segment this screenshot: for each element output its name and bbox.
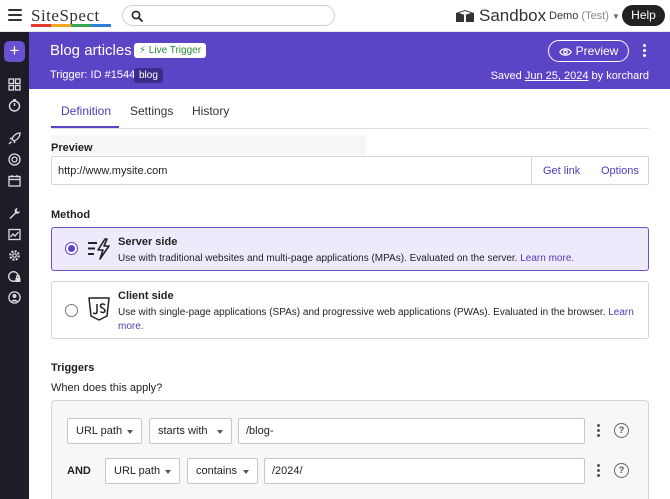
rocket-icon[interactable] <box>8 132 21 145</box>
server-bolt-icon <box>87 238 111 263</box>
eye-icon <box>558 48 572 56</box>
server-side-learn-more-link[interactable]: Learn more. <box>520 253 574 264</box>
account-env: (Test) <box>581 10 609 22</box>
rule-2-conjunction: AND <box>67 465 91 477</box>
server-side-title: Server side <box>118 236 178 248</box>
left-rail: + <box>0 32 29 499</box>
search-input[interactable] <box>122 5 335 26</box>
rule-1-more-icon[interactable] <box>597 424 601 438</box>
rule-2-help-icon[interactable]: ? <box>614 463 629 478</box>
method-label: Method <box>51 209 91 221</box>
rule-1-value-input[interactable]: /blog- <box>238 418 585 444</box>
chevron-down-icon <box>217 430 223 434</box>
calendar-icon[interactable] <box>8 174 21 187</box>
tab-settings[interactable]: Settings <box>130 104 173 118</box>
more-options-icon[interactable] <box>643 44 647 58</box>
tab-history[interactable]: History <box>192 104 229 118</box>
js-shield-icon <box>87 296 111 325</box>
settings-icon[interactable] <box>8 249 21 262</box>
timer-icon[interactable] <box>8 99 21 112</box>
target-icon[interactable] <box>8 153 21 166</box>
get-link-button[interactable]: Get link <box>543 165 580 177</box>
triggers-question: When does this apply? <box>51 382 163 394</box>
chevron-down-icon <box>127 430 133 434</box>
triggers-label: Triggers <box>51 362 95 374</box>
help-button[interactable]: Help <box>622 5 665 26</box>
rule-1-operator-select[interactable]: starts with <box>149 418 232 444</box>
active-tab-indicator <box>51 126 119 128</box>
client-side-description: Use with single-page applications (SPAs)… <box>118 307 634 332</box>
options-button[interactable]: Options <box>601 165 639 177</box>
preview-url-value[interactable]: http://www.mysite.com <box>58 165 167 177</box>
rule-1-help-icon[interactable]: ? <box>614 423 629 438</box>
preview-label-bg <box>51 135 366 155</box>
create-button[interactable]: + <box>4 41 25 62</box>
page-title: Blog articles <box>50 42 132 59</box>
menu-icon[interactable] <box>8 9 22 21</box>
dashboard-icon[interactable] <box>8 78 21 91</box>
page-header: Blog articles ⚡ Live Trigger Trigger: ID… <box>29 32 670 89</box>
chart-icon[interactable] <box>8 228 21 241</box>
saved-date-link[interactable]: Jun 25, 2024 <box>525 70 589 82</box>
client-side-title: Client side <box>118 290 174 302</box>
logo-color-bar <box>31 24 111 27</box>
rule-2-field-select[interactable]: URL path <box>105 458 180 484</box>
tab-definition[interactable]: Definition <box>61 104 111 118</box>
divider <box>531 157 532 184</box>
preview-button[interactable]: Preview <box>548 40 629 62</box>
tab-bar: Definition Settings History <box>51 96 649 129</box>
live-trigger-badge: ⚡ Live Trigger <box>134 43 207 58</box>
rule-1-field-select[interactable]: URL path <box>67 418 142 444</box>
rule-2-more-icon[interactable] <box>597 464 601 478</box>
saved-info: Saved Jun 25, 2024 by korchard <box>490 70 649 82</box>
server-side-description: Use with traditional websites and multi-… <box>118 253 575 264</box>
method-option-server-side[interactable]: Server side Use with traditional website… <box>51 227 649 271</box>
wrench-icon[interactable] <box>8 207 21 220</box>
sandbox-icon <box>456 10 474 22</box>
user-icon[interactable] <box>8 291 21 304</box>
method-option-client-side[interactable]: Client side Use with single-page applica… <box>51 281 649 339</box>
preview-url-field[interactable]: http://www.mysite.com Get link Options <box>51 156 649 185</box>
account-name: Demo <box>549 10 579 22</box>
rule-2-value-input[interactable]: /2024/ <box>264 458 585 484</box>
chevron-down-icon <box>165 470 171 474</box>
trigger-id: Trigger: ID #1544 <box>50 69 136 81</box>
server-side-radio[interactable] <box>65 242 78 255</box>
trigger-rules-panel: URL path starts with /blog- ? AND URL pa… <box>51 400 649 499</box>
search-icon <box>131 10 143 22</box>
chevron-down-icon: ▼ <box>611 12 620 21</box>
security-icon[interactable] <box>8 270 21 283</box>
top-bar: SiteSpect Sandbox Demo (Test) ▼ Help <box>0 0 670 32</box>
workspace-name: Sandbox <box>455 6 546 26</box>
client-side-radio[interactable] <box>65 304 78 317</box>
rule-2-operator-select[interactable]: contains <box>187 458 258 484</box>
chevron-down-icon <box>243 470 249 474</box>
logo[interactable]: SiteSpect <box>31 6 100 26</box>
tag-badge[interactable]: blog <box>134 68 163 83</box>
account-dropdown[interactable]: Demo (Test) ▼ <box>549 10 620 22</box>
preview-label: Preview <box>51 142 93 154</box>
